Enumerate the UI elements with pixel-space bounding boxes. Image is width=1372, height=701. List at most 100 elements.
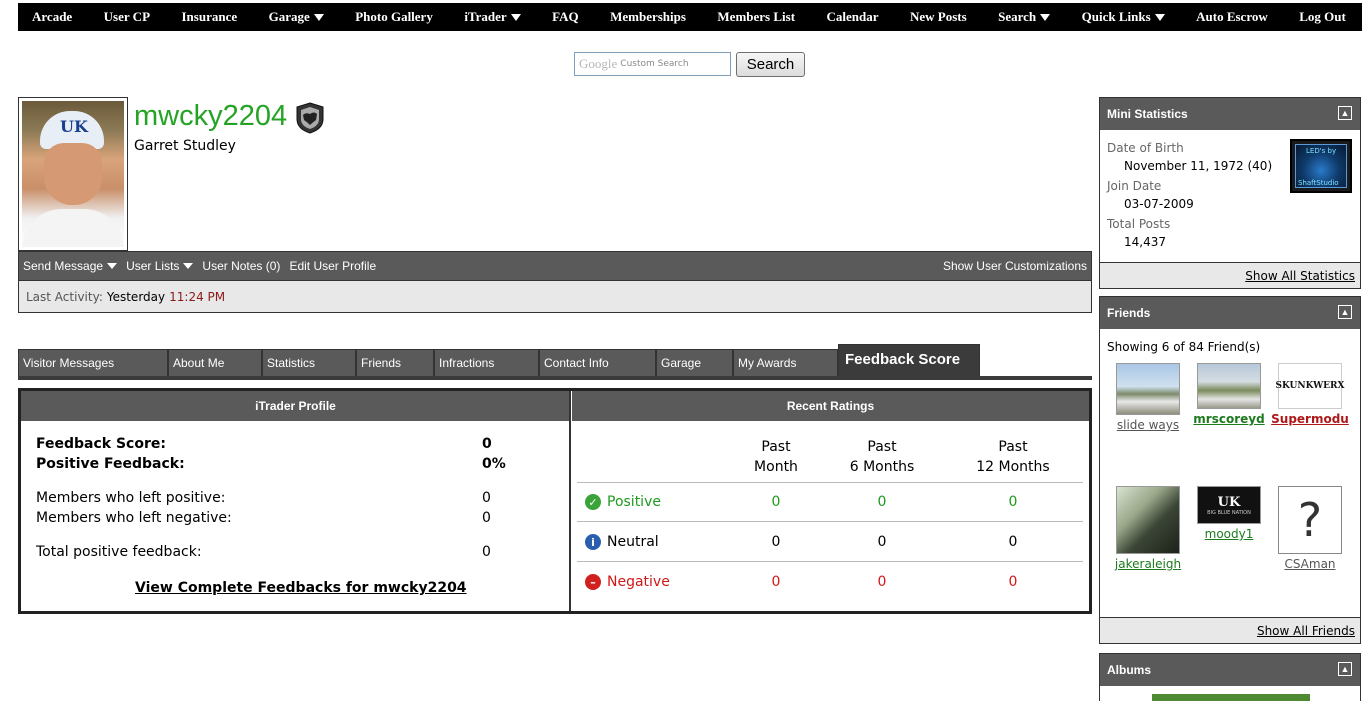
show-customizations-link[interactable]: Show User Customizations <box>943 259 1087 273</box>
album-thumbnail[interactable] <box>1152 694 1310 701</box>
column-header-line2: Month <box>754 459 798 475</box>
total-posts-label: Total Posts <box>1107 217 1171 231</box>
rating-cell: 0 <box>1008 574 1018 590</box>
friend-card[interactable]: UK BIG BLUE NATION moody1 <box>1189 486 1269 541</box>
nav-item[interactable]: Arcade <box>32 9 72 25</box>
total-positive-value: 0 <box>482 544 491 560</box>
nav-item[interactable]: Garage <box>269 9 324 25</box>
nav-item[interactable]: Auto Escrow <box>1196 9 1268 25</box>
friend-photo <box>1116 486 1180 554</box>
collapse-icon[interactable]: ▲ <box>1338 662 1352 676</box>
rating-label-text: Negative <box>607 574 670 590</box>
tab[interactable]: Friends <box>356 349 434 379</box>
positive-feedback-label: Positive Feedback: <box>36 456 185 472</box>
nav-item-label: Garage <box>268 9 310 24</box>
friend-card[interactable]: mrscoreyd <box>1189 363 1269 426</box>
nav-item[interactable]: Quick Links <box>1082 9 1165 25</box>
column-header-line1: Past <box>761 439 791 455</box>
nav-item[interactable]: Insurance <box>181 9 237 25</box>
nav-item[interactable]: FAQ <box>552 9 578 25</box>
friends-title: Friends <box>1107 306 1151 320</box>
tab[interactable]: Contact Info <box>539 349 656 379</box>
negative-icon: – <box>585 574 601 590</box>
friend-name[interactable]: CSAman <box>1270 557 1350 571</box>
username-heading: mwcky2204 <box>134 100 288 132</box>
chevron-down-icon <box>107 263 118 269</box>
avatar-photo: UK <box>22 101 124 247</box>
user-lists-menu[interactable]: User Lists <box>126 259 194 273</box>
nav-item[interactable]: Memberships <box>610 9 686 25</box>
rating-row-label: ✓ Positive <box>585 494 661 510</box>
google-logo: Google <box>579 56 618 71</box>
nav-item[interactable]: Members List <box>717 9 795 25</box>
search-placeholder: Custom Search <box>620 59 689 69</box>
dob-value: November 11, 1972 (40) <box>1124 159 1273 173</box>
members-positive-value: 0 <box>482 490 491 506</box>
friends-box: Friends ▲ Showing 6 of 84 Friend(s) slid… <box>1099 296 1361 644</box>
nav-item-label: Log Out <box>1299 9 1346 24</box>
nav-item-label: New Posts <box>909 9 967 24</box>
mini-statistics-header: Mini Statistics ▲ <box>1100 98 1360 130</box>
chevron-down-icon <box>510 13 521 21</box>
show-all-friends-link[interactable]: Show All Friends <box>1100 617 1360 643</box>
last-activity-label: Last Activity: <box>26 289 103 304</box>
feedback-panel: iTrader Profile Recent Ratings Feedback … <box>18 388 1092 614</box>
nav-item-label: User CP <box>103 9 151 24</box>
column-header-line1: Past <box>867 439 897 455</box>
collapse-icon[interactable]: ▲ <box>1338 106 1352 120</box>
rating-cell: 0 <box>771 494 781 510</box>
column-header-line1: Past <box>998 439 1028 455</box>
nav-item[interactable]: Calendar <box>827 9 879 25</box>
tab[interactable]: My Awards <box>733 349 838 379</box>
send-message-label: Send Message <box>23 259 104 273</box>
friend-card[interactable]: ? CSAman <box>1270 486 1350 571</box>
nav-item-label: Search <box>998 9 1037 24</box>
join-date-value: 03-07-2009 <box>1124 197 1194 211</box>
nav-item[interactable]: iTrader <box>464 9 521 25</box>
tab[interactable]: Statistics <box>262 349 356 379</box>
last-activity: Last Activity: Yesterday 11:24 PM <box>18 281 1092 313</box>
edit-profile-link[interactable]: Edit User Profile <box>289 259 376 273</box>
chevron-down-icon <box>1040 13 1051 21</box>
last-activity-day: Yesterday <box>106 289 166 304</box>
friend-card[interactable]: slide ways <box>1108 363 1188 432</box>
search-input[interactable]: Google Custom Search <box>574 52 731 76</box>
albums-title: Albums <box>1107 663 1152 677</box>
user-notes-link[interactable]: User Notes (0) <box>202 259 280 273</box>
tab[interactable]: Garage <box>656 349 733 379</box>
nav-item[interactable]: Photo Gallery <box>355 9 433 25</box>
friend-card[interactable]: SKUNKWERX Supermodu <box>1270 363 1350 426</box>
neutral-icon: i <box>585 534 601 550</box>
tab[interactable]: Infractions <box>434 349 539 379</box>
friend-name[interactable]: Supermodu <box>1270 412 1350 426</box>
chevron-down-icon <box>313 13 324 21</box>
friend-name[interactable]: mrscoreyd <box>1189 412 1269 426</box>
join-date-label: Join Date <box>1107 179 1162 193</box>
rating-cell: 0 <box>877 494 887 510</box>
rating-cell: 0 <box>771 574 781 590</box>
friend-name[interactable]: moody1 <box>1189 527 1269 541</box>
nav-item[interactable]: Log Out <box>1299 9 1346 25</box>
mini-statistics-box: Mini Statistics ▲ Date of Birth November… <box>1099 97 1361 289</box>
mini-statistics-title: Mini Statistics <box>1107 107 1188 121</box>
friend-card[interactable]: jakeraleigh <box>1108 486 1188 571</box>
unknown-avatar-icon: ? <box>1278 486 1342 554</box>
send-message-menu[interactable]: Send Message <box>23 259 118 273</box>
nav-item[interactable]: New Posts <box>910 9 967 25</box>
tab[interactable]: About Me <box>168 349 262 379</box>
search-button[interactable]: Search <box>736 52 805 77</box>
show-all-statistics-link[interactable]: Show All Statistics <box>1100 262 1360 288</box>
tab[interactable]: Feedback Score <box>838 344 980 379</box>
feedback-score-value: 0 <box>482 436 492 452</box>
nav-item-label: Arcade <box>32 9 73 24</box>
collapse-icon[interactable]: ▲ <box>1338 305 1352 319</box>
nav-item[interactable]: Search <box>998 9 1051 25</box>
column-header-line2: 12 Months <box>976 459 1050 475</box>
rating-row-label: i Neutral <box>585 534 659 550</box>
nav-item[interactable]: User CP <box>104 9 150 25</box>
tab[interactable]: Visitor Messages <box>18 349 168 379</box>
friend-name[interactable]: jakeraleigh <box>1108 557 1188 571</box>
friend-name[interactable]: slide ways <box>1108 418 1188 432</box>
members-negative-label: Members who left negative: <box>36 510 232 526</box>
view-feedbacks-link[interactable]: View Complete Feedbacks for mwcky2204 <box>135 580 467 596</box>
